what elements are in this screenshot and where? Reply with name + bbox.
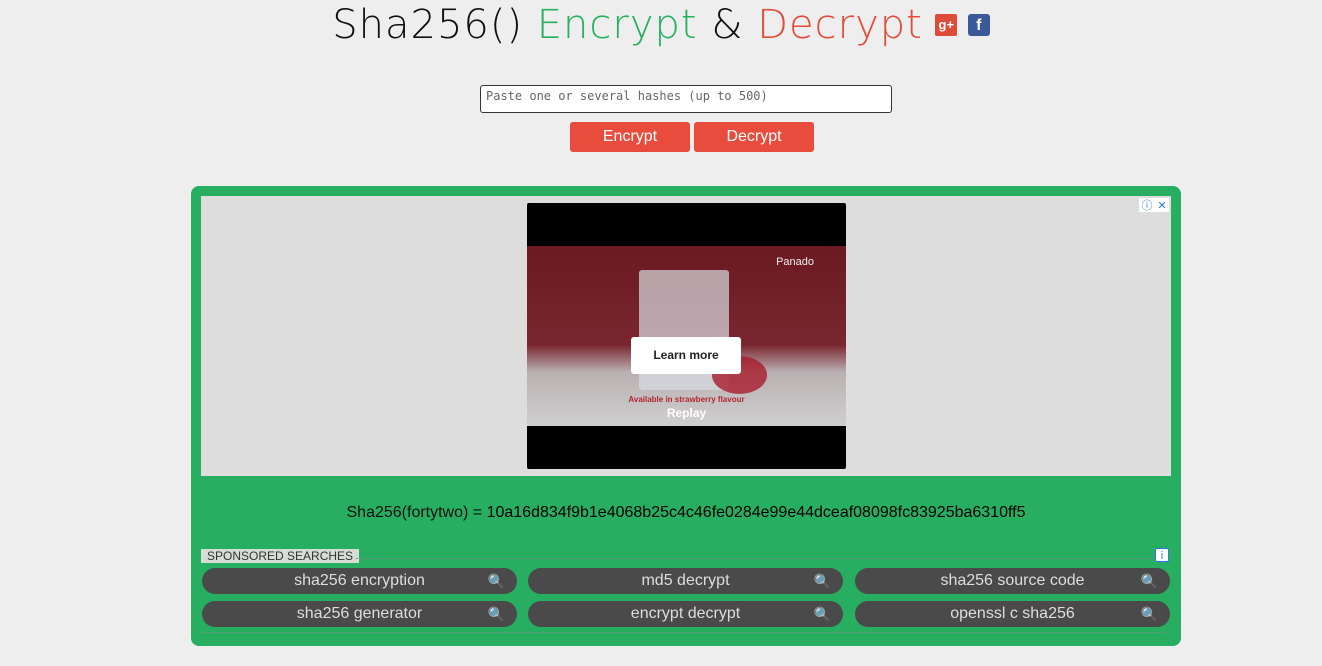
ad-banner: ⓘ ✕ Panado Available in strawberry flavo… bbox=[201, 196, 1171, 476]
title-encrypt: Encrypt bbox=[536, 2, 698, 48]
sponsored-search-label: encrypt decrypt bbox=[630, 605, 741, 622]
decrypt-button[interactable]: Decrypt bbox=[694, 122, 814, 152]
search-icon: 🔍 bbox=[487, 573, 505, 589]
sponsored-search-label: md5 decrypt bbox=[641, 572, 730, 589]
ad-choices[interactable]: ⓘ ✕ bbox=[1139, 198, 1169, 212]
social-links: g+ f bbox=[935, 14, 990, 36]
sponsored-search-label: sha256 generator bbox=[296, 605, 423, 622]
sponsored-search-item[interactable]: sha256 encryption 🔍 bbox=[202, 568, 517, 594]
sponsored-search-item[interactable]: sha256 source code 🔍 bbox=[855, 568, 1170, 594]
ad-scene: Panado Available in strawberry flavour L… bbox=[527, 246, 846, 426]
encrypt-button[interactable]: Encrypt bbox=[570, 122, 690, 152]
sponsored-search-item[interactable]: md5 decrypt 🔍 bbox=[528, 568, 843, 594]
search-icon: 🔍 bbox=[813, 573, 831, 589]
page-title: Sha256() Encrypt & Decrypt bbox=[332, 2, 923, 48]
ad-tagline: Available in strawberry flavour bbox=[628, 395, 745, 404]
sponsored-search-item[interactable]: openssl c sha256 🔍 bbox=[855, 601, 1170, 627]
search-icon: 🔍 bbox=[1140, 573, 1158, 589]
hash-input[interactable] bbox=[480, 85, 892, 113]
search-icon: 🔍 bbox=[813, 606, 831, 622]
sponsored-label: SPONSORED SEARCHES bbox=[201, 549, 360, 563]
sponsored-search-item[interactable]: encrypt decrypt 🔍 bbox=[528, 601, 843, 627]
result-panel: ⓘ ✕ Panado Available in strawberry flavo… bbox=[191, 186, 1181, 646]
learn-more-button[interactable]: Learn more bbox=[631, 337, 741, 374]
result-label: Sha256(fortytwo) = bbox=[346, 504, 487, 521]
title-ampersand: & bbox=[711, 2, 744, 48]
divider bbox=[201, 632, 1166, 633]
search-icon: 🔍 bbox=[1140, 606, 1158, 622]
search-icon: 🔍 bbox=[487, 606, 505, 622]
replay-button[interactable]: Replay bbox=[527, 406, 846, 420]
hash-result: Sha256(fortytwo) = 10a16d834f9b1e4068b25… bbox=[191, 504, 1181, 522]
sponsored-search-label: openssl c sha256 bbox=[950, 605, 1075, 622]
sponsored-info-icon[interactable]: i bbox=[1155, 548, 1169, 562]
sponsored-search-label: sha256 source code bbox=[940, 572, 1085, 589]
facebook-icon[interactable]: f bbox=[967, 14, 990, 36]
title-sha256: Sha256() bbox=[332, 2, 524, 48]
ad-brand: Panado bbox=[776, 256, 814, 268]
ad-video[interactable]: Panado Available in strawberry flavour L… bbox=[527, 203, 846, 469]
ad-close-icon[interactable]: ✕ bbox=[1157, 199, 1166, 212]
google-plus-icon[interactable]: g+ bbox=[935, 14, 958, 36]
ad-info-icon[interactable]: ⓘ bbox=[1141, 197, 1152, 213]
sponsored-search-label: sha256 encryption bbox=[294, 572, 425, 589]
divider bbox=[356, 558, 1154, 559]
result-hash: 10a16d834f9b1e4068b25c4c46fe0284e99e44dc… bbox=[486, 504, 1026, 521]
header: Sha256() Encrypt & Decrypt g+ f bbox=[0, 2, 1322, 48]
title-decrypt: Decrypt bbox=[757, 2, 923, 48]
sponsored-search-item[interactable]: sha256 generator 🔍 bbox=[202, 601, 517, 627]
